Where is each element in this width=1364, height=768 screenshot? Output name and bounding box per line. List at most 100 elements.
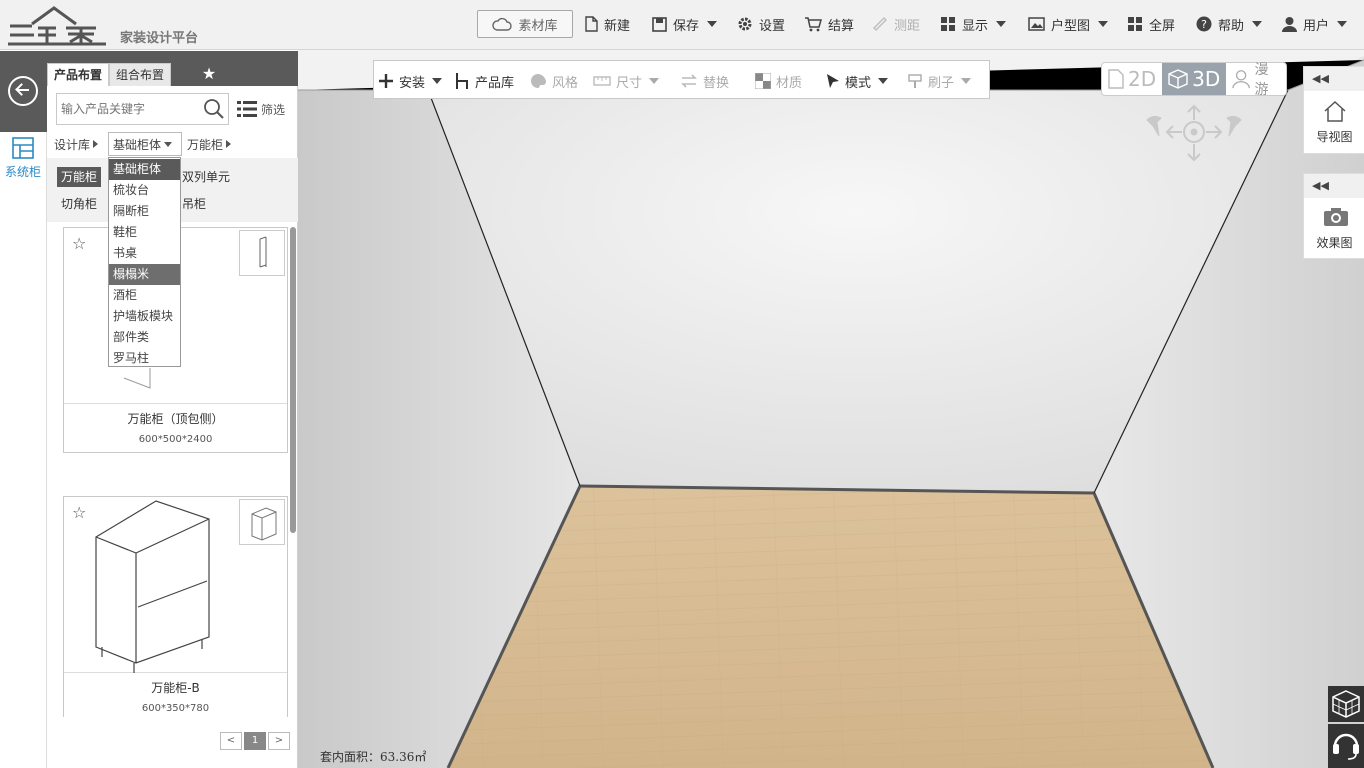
- favorites-star-icon[interactable]: ★: [199, 64, 219, 84]
- floor-area-text: 套内面积：63.36㎡: [320, 750, 427, 764]
- fullscreen-icon: [1128, 17, 1142, 31]
- view-2d-button[interactable]: 2D: [1102, 63, 1162, 95]
- product-library-label: 产品库: [475, 75, 515, 91]
- rail-item-label: 系统柜: [4, 165, 41, 179]
- dropdown-item[interactable]: 书桌: [109, 243, 180, 264]
- material-library-label: 素材库: [518, 18, 558, 34]
- help-label: 帮助: [1218, 18, 1245, 34]
- product-dims: 600*350*780: [141, 703, 210, 714]
- help-menu[interactable]: ? 帮助: [1196, 11, 1263, 37]
- brush-icon: [908, 74, 922, 88]
- new-file-icon: [585, 16, 598, 32]
- measure-button[interactable]: 测距: [872, 11, 920, 37]
- cursor-icon: [827, 74, 839, 88]
- dropdown-item[interactable]: 梳妆台: [109, 180, 180, 201]
- dropdown-item[interactable]: 鞋柜: [109, 222, 180, 243]
- subcat-double-column[interactable]: 双列单元: [178, 167, 234, 187]
- prev-page-button[interactable]: <: [220, 732, 242, 750]
- dropdown-item[interactable]: 护墙板模块: [109, 306, 180, 327]
- star-icon[interactable]: ☆: [72, 234, 86, 253]
- rail-item-system-cabinet[interactable]: 系统柜: [0, 135, 46, 185]
- measure-label: 测距: [894, 18, 921, 34]
- material-label: 材质: [776, 75, 803, 91]
- cabinet-layout-icon: [12, 137, 34, 159]
- chevron-right-icon: [93, 140, 99, 148]
- subcat-corner[interactable]: 切角柜: [57, 194, 101, 214]
- floorplan-label: 户型图: [1051, 18, 1091, 34]
- dropdown-item[interactable]: 酒柜: [109, 285, 180, 306]
- material-button[interactable]: 材质: [755, 71, 802, 91]
- cube-icon: [1168, 69, 1188, 89]
- collapse-icon[interactable]: ◀◀: [1304, 174, 1364, 198]
- size-label: 尺寸: [616, 75, 643, 91]
- support-button[interactable]: [1328, 724, 1364, 768]
- product-list-scrollbar[interactable]: [290, 227, 296, 533]
- display-menu[interactable]: 显示: [940, 11, 1007, 37]
- brush-menu[interactable]: 刷子: [907, 71, 972, 91]
- product-library-button[interactable]: 产品库: [454, 71, 514, 91]
- back-arrow-icon[interactable]: [8, 76, 38, 106]
- breadcrumb-label: 设计库: [54, 137, 91, 152]
- display-label: 显示: [962, 18, 989, 34]
- search-icon[interactable]: [203, 98, 225, 120]
- save-button[interactable]: 保存: [652, 11, 718, 37]
- checkout-button[interactable]: 结算: [804, 11, 854, 37]
- dropdown-item[interactable]: 榻榻米: [109, 264, 180, 285]
- subcat-wall[interactable]: 吊柜: [178, 194, 210, 214]
- view-2d-label: 2D: [1128, 67, 1157, 91]
- dropdown-item[interactable]: 基础柜体: [109, 159, 180, 180]
- tab-product-layout[interactable]: 产品布置: [47, 63, 110, 86]
- mode-menu[interactable]: 模式: [826, 71, 889, 91]
- star-icon[interactable]: ☆: [72, 503, 86, 522]
- user-menu[interactable]: 用户: [1282, 11, 1348, 37]
- nav-view-panel[interactable]: ◀◀ 导视图: [1303, 66, 1364, 154]
- pagination: < 1 >: [220, 732, 290, 750]
- breadcrumb-universal-cabinet[interactable]: 万能柜: [187, 136, 232, 152]
- search-input[interactable]: [57, 94, 197, 124]
- install-menu[interactable]: 安装: [378, 71, 443, 91]
- material-library-button[interactable]: 素材库: [477, 10, 573, 38]
- dropdown-item[interactable]: 罗马柱: [109, 348, 180, 369]
- tab-combo-layout[interactable]: 组合布置: [109, 63, 172, 86]
- product-card[interactable]: ☆ 万能柜-B 600*350*780: [63, 496, 288, 717]
- breadcrumb-label: 基础柜体: [113, 137, 162, 152]
- filter-button[interactable]: 筛选: [237, 98, 285, 120]
- dropdown-item[interactable]: 部件类: [109, 327, 180, 348]
- gear-icon: [738, 17, 752, 31]
- nav-view-label: 导视图: [1316, 130, 1353, 144]
- settings-button[interactable]: 设置: [737, 11, 785, 37]
- view-3d-button[interactable]: 3D: [1162, 63, 1227, 95]
- save-label: 保存: [673, 18, 700, 34]
- search-box: [56, 93, 229, 125]
- list-icon: [237, 101, 257, 117]
- floorplan-menu[interactable]: 户型图: [1028, 11, 1109, 37]
- product-name: 万能柜（顶包侧）: [127, 412, 224, 426]
- chevron-down-icon: [707, 21, 718, 27]
- view-roam-button[interactable]: 漫游: [1226, 62, 1286, 98]
- dropdown-item[interactable]: 隔断柜: [109, 201, 180, 222]
- nav-compass-icon[interactable]: [1143, 104, 1245, 162]
- settings-label: 设置: [759, 18, 786, 34]
- size-menu[interactable]: 尺寸: [593, 71, 660, 91]
- view-3d-label: 3D: [1192, 67, 1221, 91]
- cube-icon: [1332, 690, 1360, 718]
- install-label: 安装: [399, 75, 426, 91]
- swap-icon: [681, 74, 697, 88]
- breadcrumb-label: 万能柜: [187, 137, 224, 152]
- breadcrumb-base-cabinet[interactable]: 基础柜体: [113, 136, 173, 152]
- subcat-universal[interactable]: 万能柜: [57, 167, 102, 187]
- product-name: 万能柜-B: [151, 681, 200, 695]
- replace-button[interactable]: 替换: [680, 71, 729, 91]
- breadcrumb-design-lib[interactable]: 设计库: [54, 136, 99, 152]
- fullscreen-button[interactable]: 全屏: [1127, 11, 1175, 37]
- page-number[interactable]: 1: [244, 732, 266, 750]
- new-button[interactable]: 新建: [584, 11, 630, 37]
- user-label: 用户: [1303, 18, 1330, 34]
- checkout-label: 结算: [828, 18, 855, 34]
- collapse-icon[interactable]: ◀◀: [1304, 67, 1364, 91]
- render-view-panel[interactable]: ◀◀ 效果图: [1303, 173, 1364, 259]
- style-button[interactable]: 风格: [530, 71, 578, 91]
- left-rail: 系统柜: [0, 51, 47, 768]
- cube-view-button[interactable]: [1328, 686, 1364, 722]
- next-page-button[interactable]: >: [268, 732, 290, 750]
